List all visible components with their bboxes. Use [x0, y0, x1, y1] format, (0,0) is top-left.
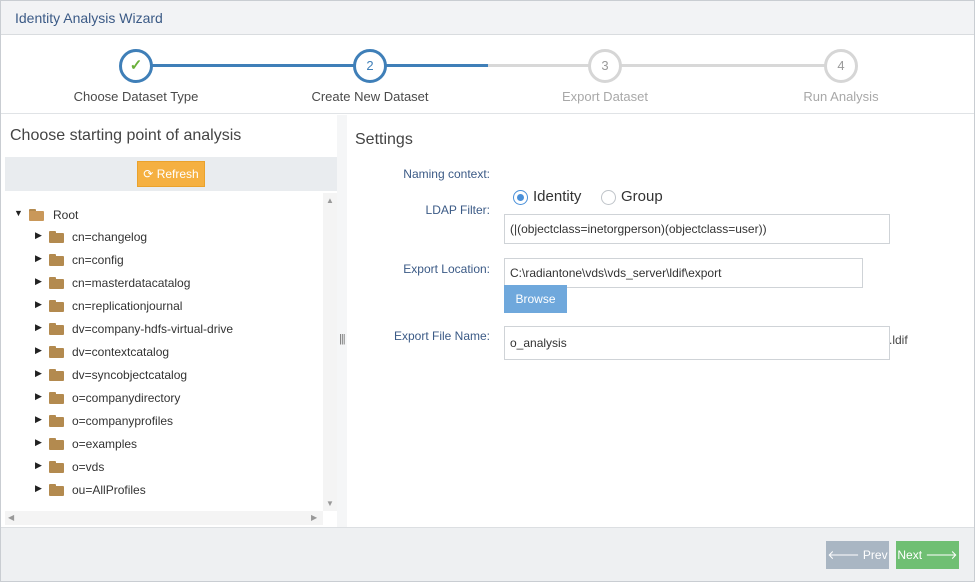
arrow-left-icon: 🡐	[827, 548, 860, 562]
arrow-right-icon: 🡒	[925, 548, 958, 562]
folder-icon	[49, 392, 65, 404]
file-extension-label: .ldif	[889, 333, 908, 347]
tree-node-label: o=vds	[72, 460, 105, 474]
next-label: Next	[897, 548, 923, 562]
folder-icon	[49, 300, 65, 312]
browse-button[interactable]: Browse	[504, 285, 567, 313]
caret-down-icon[interactable]: ▼	[14, 208, 23, 218]
folder-icon	[49, 323, 65, 335]
export-file-name-label: Export File Name:	[393, 329, 490, 343]
progress-line-pending	[488, 64, 841, 67]
title-bar: Identity Analysis Wizard	[1, 1, 974, 35]
naming-context-label: Naming context:	[403, 167, 490, 181]
ldap-filter-input[interactable]: (|(objectclass=inetorgperson)(objectclas…	[504, 214, 890, 244]
wizard-footer: 🡐 Prev Next 🡒	[1, 527, 974, 581]
scroll-right-icon[interactable]: ▶	[311, 513, 317, 522]
folder-icon	[49, 415, 65, 427]
refresh-button[interactable]: ⟳ Refresh	[137, 161, 205, 187]
radio-group-label: Group	[621, 188, 663, 205]
folder-icon	[49, 484, 65, 496]
refresh-icon: ⟳	[143, 167, 154, 181]
tree-node-label: o=companyprofiles	[72, 414, 174, 428]
tree-node-label: o=companydirectory	[72, 391, 181, 405]
step-label: Choose Dataset Type	[73, 89, 199, 104]
tree-node-label: dv=contextcatalog	[72, 345, 170, 359]
tree-node-label: ou=AllProfiles	[72, 483, 146, 497]
folder-icon	[49, 231, 65, 243]
radio-unselected-icon[interactable]	[601, 190, 616, 205]
directory-tree: ▼ Root ▶ cn=changelog ▶ cn=config ▶ cn=m…	[5, 193, 323, 511]
radio-selected-icon[interactable]	[513, 190, 528, 205]
wizard-window: Identity Analysis Wizard ✓ Choose Datase…	[0, 0, 975, 582]
tree-node-label: Root	[53, 208, 79, 222]
tree-panel: Choose starting point of analysis ⟳ Refr…	[5, 115, 337, 527]
tree-vertical-scrollbar[interactable]: ▲ ▼	[323, 193, 337, 511]
prev-button[interactable]: 🡐 Prev	[826, 541, 889, 569]
progress-line-complete	[136, 64, 370, 67]
step-label: Run Analysis	[803, 89, 879, 104]
prev-label: Prev	[862, 548, 888, 562]
tree-node-label: o=examples	[72, 437, 138, 451]
tree-panel-heading: Choose starting point of analysis	[10, 127, 242, 144]
export-location-input[interactable]: C:\radiantone\vds\vds_server\ldif\export	[504, 258, 863, 288]
tree-toolbar: ⟳ Refresh	[5, 157, 337, 191]
radio-identity-label: Identity	[533, 188, 582, 205]
caret-right-icon[interactable]: ▶	[35, 299, 42, 310]
check-icon: ✓	[119, 49, 153, 83]
folder-icon	[49, 461, 65, 473]
export-location-label: Export Location:	[403, 262, 490, 276]
scroll-left-icon[interactable]: ◀	[8, 513, 14, 522]
folder-open-icon	[29, 209, 45, 221]
caret-right-icon[interactable]: ▶	[35, 437, 42, 448]
caret-right-icon[interactable]: ▶	[35, 391, 42, 402]
tree-node-label: cn=replicationjournal	[72, 299, 183, 313]
step-label: Export Dataset	[562, 89, 648, 104]
refresh-label: Refresh	[156, 167, 199, 181]
settings-panel: Settings Naming context: Identity Group …	[347, 115, 974, 527]
folder-icon	[49, 277, 65, 289]
folder-icon	[49, 438, 65, 450]
tree-horizontal-scrollbar[interactable]: ◀ ▶	[5, 511, 323, 525]
wizard-stepper: ✓ Choose Dataset Type 2 Create New Datas…	[1, 36, 974, 114]
export-file-name-input[interactable]: o_analysis	[504, 326, 890, 360]
tree-node-label: dv=syncobjectcatalog	[72, 368, 188, 382]
step-number: 3	[588, 49, 622, 83]
caret-right-icon[interactable]: ▶	[35, 414, 42, 425]
caret-right-icon[interactable]: ▶	[35, 483, 42, 494]
tree-node-label: cn=masterdatacatalog	[72, 276, 191, 290]
window-title: Identity Analysis Wizard	[15, 10, 163, 26]
next-button[interactable]: Next 🡒	[896, 541, 959, 569]
folder-icon	[49, 369, 65, 381]
caret-right-icon[interactable]: ▶	[35, 345, 42, 356]
caret-right-icon[interactable]: ▶	[35, 322, 42, 333]
tree-node-label: cn=changelog	[72, 230, 148, 244]
step-number: 2	[353, 49, 387, 83]
folder-icon	[49, 254, 65, 266]
tree-node-label: dv=company-hdfs-virtual-drive	[72, 322, 234, 336]
tree-node-label: cn=config	[72, 253, 124, 267]
step-label: Create New Dataset	[311, 89, 429, 104]
caret-right-icon[interactable]: ▶	[35, 276, 42, 287]
folder-icon	[49, 346, 65, 358]
caret-right-icon[interactable]: ▶	[35, 230, 42, 241]
step-number: 4	[824, 49, 858, 83]
progress-line-active	[370, 64, 488, 67]
scroll-down-icon[interactable]: ▼	[326, 499, 334, 508]
ldap-filter-label: LDAP Filter:	[425, 203, 490, 217]
settings-heading: Settings	[355, 131, 413, 148]
caret-right-icon[interactable]: ▶	[35, 460, 42, 471]
caret-right-icon[interactable]: ▶	[35, 253, 42, 264]
caret-right-icon[interactable]: ▶	[35, 368, 42, 379]
